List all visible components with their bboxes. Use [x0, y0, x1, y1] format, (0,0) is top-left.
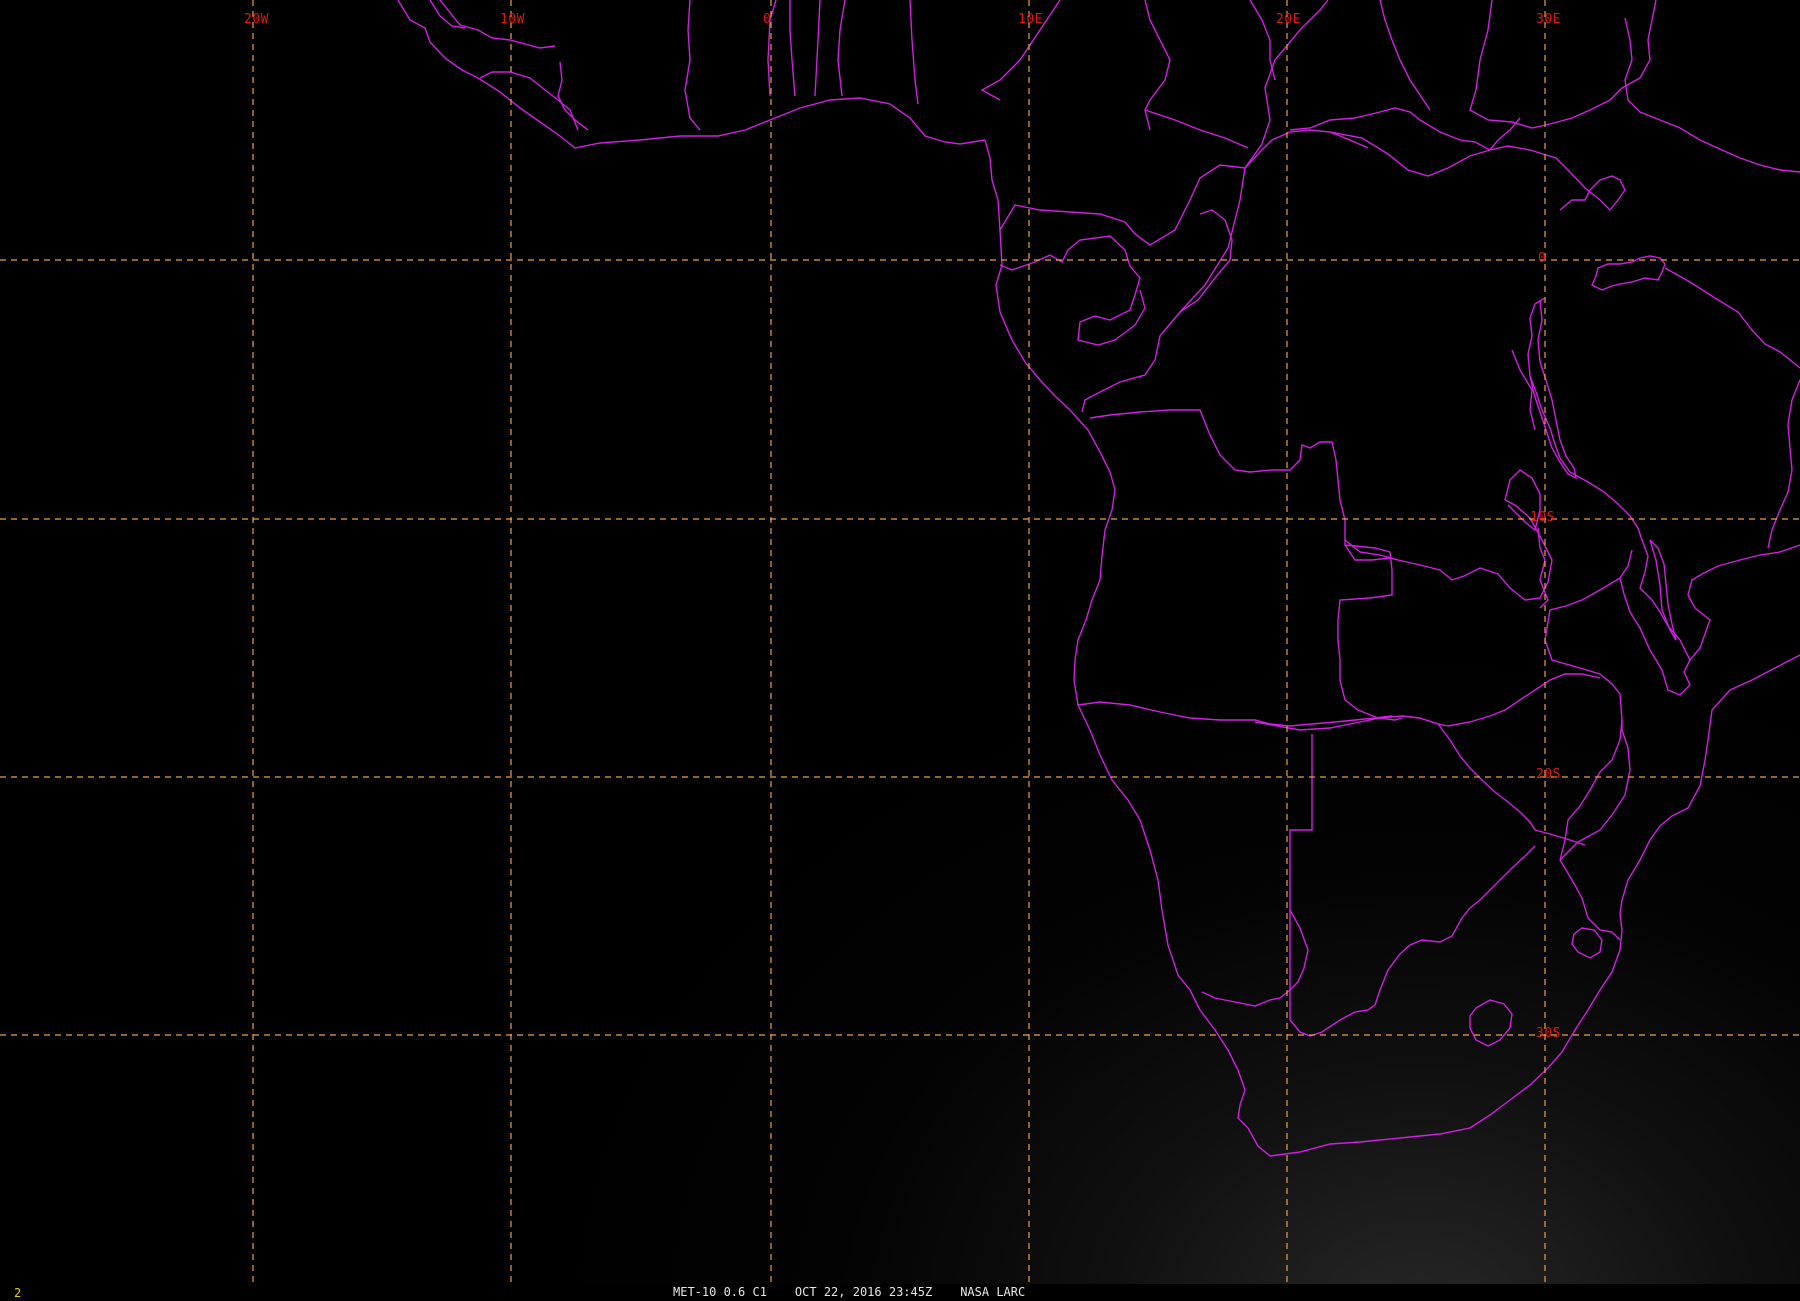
benin-nigeria-border	[837, 0, 846, 97]
image-caption-bar: 2 MET-10 0.6 C1 OCT 22, 2016 23:45Z NASA L…	[0, 1284, 1800, 1300]
border-gabon-congo	[999, 235, 1146, 346]
gulf-of-guinea-coast	[984, 139, 1071, 411]
namibia-sa-border	[1201, 989, 1291, 1007]
border-south-sudan	[1489, 117, 1521, 151]
drc-angola-border	[1089, 409, 1399, 561]
mozambique-sa-border	[1559, 859, 1621, 941]
ivory-coast-border	[684, 0, 701, 131]
latitude-label-10s: 10S	[1530, 510, 1555, 525]
lesotho	[1469, 999, 1513, 1047]
west-africa-coastline	[397, 0, 986, 149]
frame-number: 2	[14, 1286, 22, 1300]
botswana-south-border	[1289, 845, 1536, 1037]
satellite-channel: MET-10 0.6 C1	[673, 1285, 767, 1299]
longitude-label-30e: 30E	[1536, 12, 1561, 27]
mozambique-north	[1687, 544, 1800, 661]
sierra-leone-border	[479, 71, 579, 131]
lake-tanganyika	[1529, 299, 1577, 480]
lat-lon-grid	[0, 0, 1800, 1284]
kenya-tanzania-border	[1664, 267, 1800, 369]
image-caption: MET-10 0.6 C1 OCT 22, 2016 23:45Z NASA LAR…	[673, 1284, 1025, 1300]
longitude-label-0: 0	[763, 12, 772, 27]
zambia-zimbabwe	[1447, 673, 1601, 727]
botswana-border-east	[1289, 909, 1309, 991]
drc-zambia-border	[1344, 499, 1553, 601]
latitude-label-20s: 20S	[1536, 767, 1561, 782]
border-ethiopia	[1639, 0, 1657, 79]
zimbabwe-sa-border	[1534, 829, 1586, 846]
tanzania-coast	[1767, 379, 1800, 549]
drc-tanzania	[1511, 349, 1536, 431]
sudan-ethiopia	[1379, 0, 1431, 111]
map-overlay	[0, 0, 1800, 1284]
border-kenya-somalia	[1624, 17, 1800, 173]
longitude-label-20w: 20W	[244, 12, 269, 27]
lake-victoria	[1591, 255, 1666, 291]
ghana-border-2	[789, 0, 796, 97]
border-cameroon-chad	[1179, 209, 1233, 313]
angola-namibia-border	[1077, 701, 1393, 727]
latitude-label-30s: 30S	[1536, 1026, 1561, 1041]
chad-car-border	[1144, 109, 1249, 149]
chad-sudan-border	[1249, 0, 1276, 81]
border-drc-north	[1081, 167, 1246, 413]
border-nigeria-cameroon	[999, 129, 1369, 246]
nigeria-north	[909, 0, 919, 105]
uganda-border	[1559, 175, 1626, 211]
longitude-label-10w: 10W	[500, 12, 525, 27]
angola-namibia-coast	[1069, 409, 1800, 1157]
eswatini	[1571, 927, 1603, 959]
liberia-border	[557, 61, 589, 131]
togo-benin-border	[814, 0, 821, 97]
botswana-zambia	[1401, 715, 1536, 831]
data-source: NASA LARC	[960, 1285, 1026, 1299]
longitude-label-10e: 10E	[1018, 12, 1043, 27]
border-drc-east	[1329, 131, 1611, 211]
latitude-label-0: 0	[1538, 251, 1547, 266]
lake-malawi	[1649, 539, 1677, 641]
image-datetime: OCT 22, 2016 23:45Z	[794, 1285, 933, 1299]
zambia-border-north	[1537, 527, 1549, 609]
guinea-borders	[439, 0, 556, 49]
longitude-label-20e: 20E	[1276, 12, 1301, 27]
satellite-map-viewport[interactable]: 20W 10W 0 10E 20E 30E 0 10S 20S 30S	[0, 0, 1800, 1284]
angola-zambia-border	[1337, 544, 1403, 721]
political-boundaries	[397, 0, 1800, 1157]
cameroon-north	[1144, 0, 1171, 131]
malawi-border	[1619, 527, 1691, 696]
car-sudan-border	[1289, 107, 1491, 151]
